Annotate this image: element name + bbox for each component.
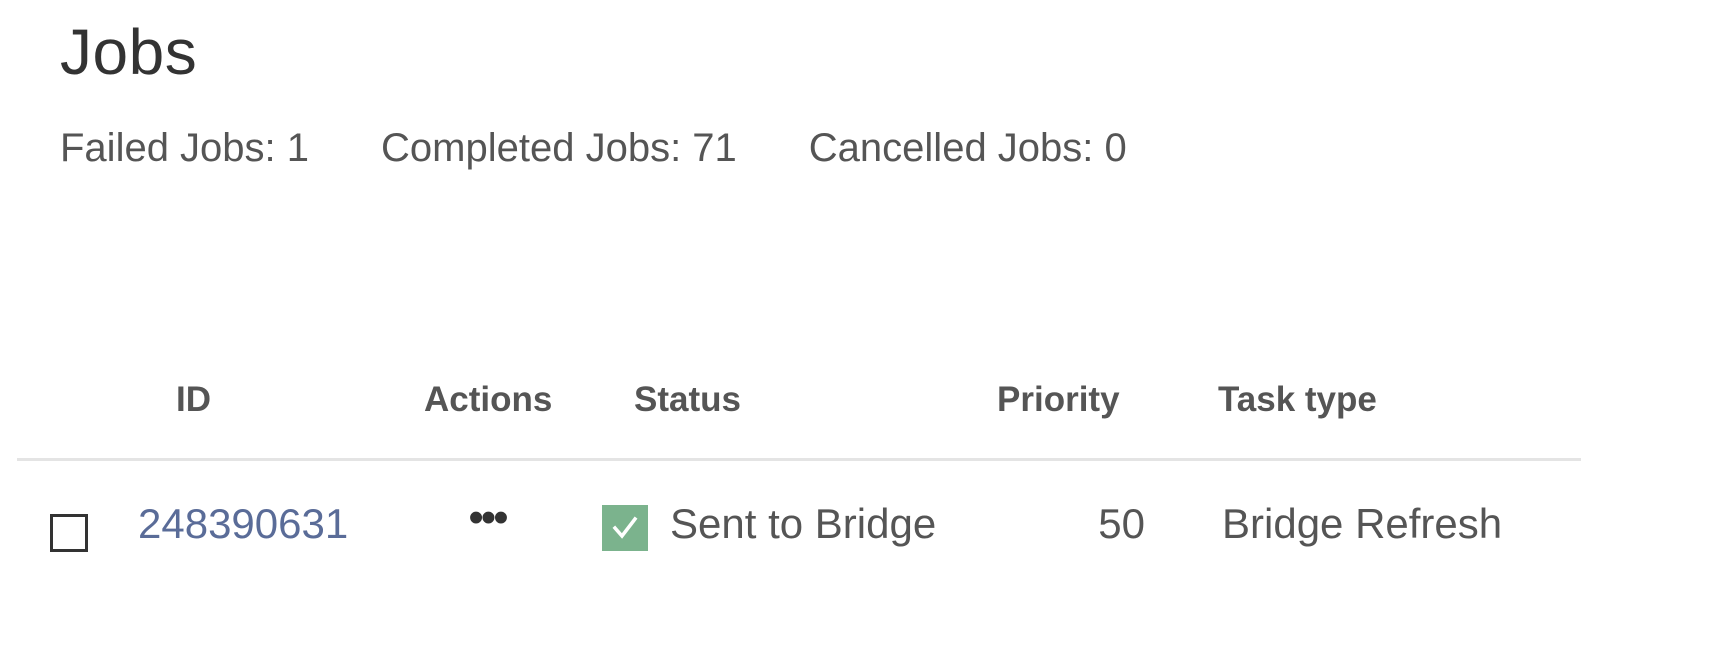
column-header-task-type[interactable]: Task type <box>1218 380 1377 420</box>
row-select-checkbox[interactable] <box>50 514 88 552</box>
check-icon <box>602 505 648 551</box>
job-task-type: Bridge Refresh <box>1222 500 1503 547</box>
jobs-table-header: ID Actions Status Priority Task type <box>0 372 1580 428</box>
job-status: Sent to Bridge <box>670 500 937 547</box>
job-id-link[interactable]: 248390631 <box>138 500 348 548</box>
completed-jobs-count: Completed Jobs: 71 <box>381 126 737 170</box>
column-header-status[interactable]: Status <box>634 380 741 420</box>
table-header-divider <box>17 458 1581 461</box>
column-header-id[interactable]: ID <box>176 380 211 420</box>
job-priority: 50 <box>1098 500 1145 547</box>
column-header-actions: Actions <box>424 380 553 419</box>
column-header-priority[interactable]: Priority <box>997 380 1120 420</box>
jobs-page: Jobs Failed Jobs: 1 Completed Jobs: 71 C… <box>0 0 1714 646</box>
job-summary: Failed Jobs: 1 Completed Jobs: 71 Cancel… <box>60 124 1199 172</box>
more-horizontal-icon[interactable]: ••• <box>462 488 512 558</box>
page-title: Jobs <box>60 16 198 88</box>
cancelled-jobs-count: Cancelled Jobs: 0 <box>808 126 1127 170</box>
table-row: 248390631 ••• Sent to Bridge 50 Bridge R… <box>0 488 1580 568</box>
failed-jobs-count: Failed Jobs: 1 <box>60 126 310 170</box>
